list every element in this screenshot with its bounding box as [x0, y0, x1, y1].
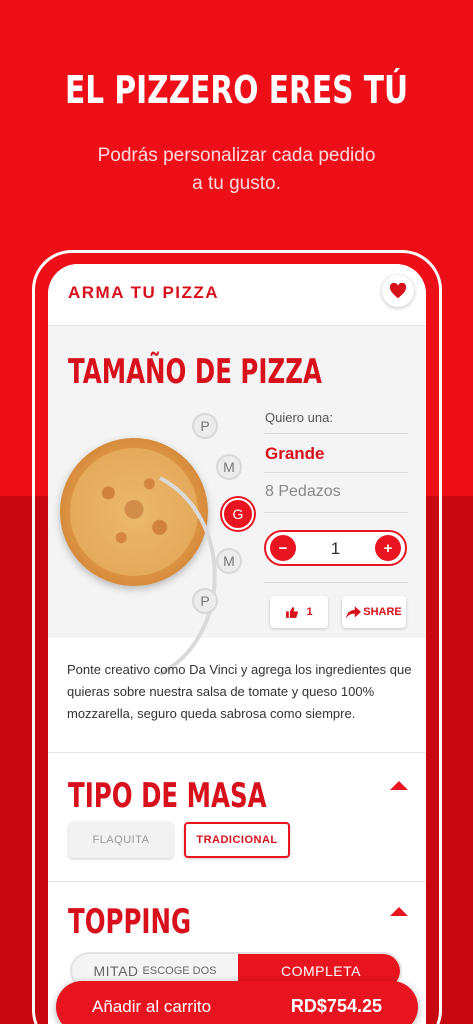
- half-label: MITAD: [93, 963, 139, 979]
- size-selector-arc: [159, 476, 217, 676]
- topping-section-title: TOPPING: [68, 902, 192, 942]
- add-to-cart-label: Añadir al carrito: [92, 997, 212, 1016]
- size-option-m-bottom[interactable]: M: [216, 548, 242, 574]
- pizza-description: Ponte creativo como Da Vinci y agrega lo…: [67, 662, 412, 721]
- share-arrow-icon: [346, 605, 362, 619]
- favorite-button[interactable]: [382, 275, 414, 307]
- hero-subtitle-line-1: Podrás personalizar cada pedido: [97, 145, 376, 166]
- app-header: ARMA TU PIZZA: [48, 264, 426, 326]
- size-prompt: Quiero una:: [265, 410, 333, 425]
- pizza-size-panel: TAMAÑO DE PIZZA P M G M P: [48, 326, 426, 676]
- size-option-g-selected[interactable]: G: [222, 498, 254, 530]
- like-count: 1: [306, 606, 313, 618]
- quantity-stepper: − 1 +: [264, 530, 407, 566]
- hero-title: EL PIZZERO ERES TÚ: [64, 68, 409, 112]
- header-title: ARMA TU PIZZA: [68, 283, 220, 302]
- thumbs-up-icon: [286, 606, 299, 618]
- dough-option-tradicional[interactable]: TRADICIONAL: [184, 822, 290, 858]
- collapse-dough-icon[interactable]: [390, 781, 408, 790]
- hero-subtitle: Podrás personalizar cada pedido a tu gus…: [70, 142, 403, 198]
- collapse-topping-icon[interactable]: [390, 907, 408, 916]
- share-label: SHARE: [363, 606, 402, 618]
- heart-icon: [389, 283, 407, 299]
- section-divider: [48, 752, 426, 753]
- cart-total-price: RD$754.25: [290, 996, 382, 1016]
- divider: [264, 582, 408, 583]
- share-button[interactable]: SHARE: [342, 596, 406, 628]
- hero-subtitle-line-2: a tu gusto.: [192, 173, 281, 194]
- like-button[interactable]: 1: [270, 596, 328, 628]
- increase-quantity-button[interactable]: +: [375, 535, 401, 561]
- divider: [264, 512, 408, 513]
- divider: [264, 472, 408, 473]
- half-hint: ESCOGE DOS: [142, 965, 217, 977]
- size-option-p-top[interactable]: P: [192, 413, 218, 439]
- size-option-m-top[interactable]: M: [216, 454, 242, 480]
- selected-size-label: Grande: [265, 444, 325, 463]
- dough-option-flaquita[interactable]: FLAQUITA: [69, 822, 173, 858]
- dough-section-title: TIPO DE MASA: [68, 776, 267, 816]
- app-screen: ARMA TU PIZZA TAMAÑO DE PIZZA P M G M P …: [48, 264, 426, 1024]
- size-section-title: TAMAÑO DE PIZZA: [68, 352, 322, 392]
- pieces-count: 8 Pedazos: [265, 483, 341, 500]
- add-to-cart-button[interactable]: Añadir al carrito RD$754.25: [56, 981, 418, 1024]
- section-divider: [48, 881, 426, 882]
- size-option-p-bottom[interactable]: P: [192, 588, 218, 614]
- divider: [264, 433, 408, 434]
